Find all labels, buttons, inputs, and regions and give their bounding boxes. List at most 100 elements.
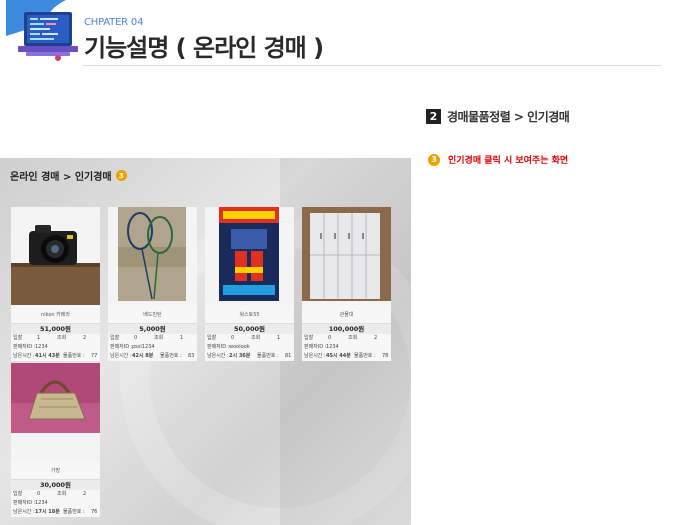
remaining-time: 2시 36분: [229, 353, 251, 359]
seller-id: pssl1234: [132, 344, 155, 350]
item-price: 30,000원: [11, 479, 100, 490]
item-time-row: 남은시간 : 42시 8분 물품번호 : 83: [108, 352, 197, 361]
bid-label: 입찰: [13, 335, 23, 341]
views-label: 조회: [154, 335, 164, 341]
badminton-image: [108, 207, 197, 305]
item-no-label: 물품번호 :: [160, 353, 182, 359]
section-title: 경매물품정렬 > 인기경매: [447, 110, 570, 124]
auction-item-card[interactable]: 배드민턴 5,000원 입찰 0 조회 1 판매자ID : pssl1234 남…: [108, 207, 197, 361]
bid-count: 0: [134, 335, 138, 341]
remaining-label: 남은시간 :: [110, 353, 132, 359]
seller-id: 1234: [326, 344, 339, 350]
locker-image: [302, 207, 391, 305]
item-time-row: 남은시간 : 2시 36분 물품번호 : 81: [205, 352, 294, 361]
views-label: 조회: [57, 491, 67, 497]
bid-count: 0: [231, 335, 235, 341]
breadcrumb-badge: 3: [115, 170, 127, 181]
item-stats-row: 입찰 1 조회 2: [11, 334, 100, 343]
laptop-code-icon: [6, 0, 78, 61]
remaining-label: 남은시간 :: [13, 509, 35, 515]
item-no-label: 물품번호 :: [63, 509, 85, 515]
auction-item-card[interactable]: 워스토55 50,000원 입찰 0 조회 1 판매자ID : woolook …: [205, 207, 294, 361]
seller-id: 1234: [35, 344, 48, 350]
seller-label: 판매자ID :: [13, 344, 36, 350]
section-label: 2 경매물품정렬 > 인기경매: [426, 108, 570, 125]
seller-label: 판매자ID :: [207, 344, 230, 350]
item-stats-row: 입찰 0 조회 1: [205, 334, 294, 343]
item-name[interactable]: 관물대: [302, 305, 391, 323]
auction-item-card[interactable]: nikon 카메라 51,000원 입찰 1 조회 2 판매자ID : 1234…: [11, 207, 100, 361]
bid-count: 1: [37, 335, 41, 341]
item-no-label: 물품번호 :: [354, 353, 376, 359]
item-no: 81: [285, 353, 292, 359]
remaining-label: 남은시간 :: [304, 353, 326, 359]
views-label: 조회: [348, 335, 358, 341]
views-count: 2: [374, 335, 378, 341]
remaining-time: 17시 18분: [35, 509, 60, 515]
chapter-label: CHPATER 04: [84, 17, 144, 28]
item-no: 77: [91, 353, 98, 359]
item-image-badminton[interactable]: [108, 207, 197, 305]
remaining-label: 남은시간 :: [207, 353, 229, 359]
toy-box-image: [205, 207, 294, 305]
item-no-label: 물품번호 :: [257, 353, 279, 359]
seller-id: 1234: [35, 500, 48, 506]
item-stats-row: 입찰 0 조회 2: [302, 334, 391, 343]
remaining-time: 41시 43분: [35, 353, 60, 359]
views-count: 2: [83, 335, 87, 341]
annotation-badge: 3: [428, 153, 440, 166]
remaining-time: 42시 8분: [132, 353, 154, 359]
item-name[interactable]: 배드민턴: [108, 305, 197, 323]
bid-label: 입찰: [13, 491, 23, 497]
seller-label: 판매자ID :: [304, 344, 327, 350]
item-price: 50,000원: [205, 323, 294, 334]
header-divider: [82, 65, 662, 66]
remaining-label: 남은시간 :: [13, 353, 35, 359]
page-title: 기능설명 ( 온라인 경매 ): [84, 34, 324, 62]
remaining-time: 45시 44분: [326, 353, 351, 359]
header: CHPATER 04 기능설명 ( 온라인 경매 ): [0, 0, 697, 68]
views-count: 1: [180, 335, 184, 341]
item-name[interactable]: 워스토55: [205, 305, 294, 323]
camera-image: [11, 207, 100, 305]
bid-label: 입찰: [207, 335, 217, 341]
item-seller-row: 판매자ID : 1234: [11, 343, 100, 352]
item-image-camera[interactable]: [11, 207, 100, 305]
item-name[interactable]: nikon 카메라: [11, 305, 100, 323]
item-image-locker[interactable]: [302, 207, 391, 305]
item-no-label: 물품번호 :: [63, 353, 85, 359]
item-image-bag[interactable]: [11, 363, 100, 461]
views-label: 조회: [251, 335, 261, 341]
item-stats-row: 입찰 0 조회 2: [11, 490, 100, 499]
auction-item-card[interactable]: 가방 30,000원 입찰 0 조회 2 판매자ID : 1234 남은시간 :…: [11, 363, 100, 517]
bid-count: 0: [328, 335, 332, 341]
item-stats-row: 입찰 0 조회 1: [108, 334, 197, 343]
item-seller-row: 판매자ID : woolook: [205, 343, 294, 352]
annotation-note: 3 인기경매 클릭 시 보여주는 화면: [428, 153, 568, 166]
item-time-row: 남은시간 : 17시 18분 물품번호 : 76: [11, 508, 100, 517]
auction-screenshot-panel: 온라인 경매 > 인기경매 3 nikon 카메라 51,000원 입찰 1 조…: [0, 158, 411, 525]
item-time-row: 남은시간 : 41시 43분 물품번호 : 77: [11, 352, 100, 361]
bag-image: [11, 363, 100, 461]
item-seller-row: 판매자ID : pssl1234: [108, 343, 197, 352]
item-image-toy[interactable]: [205, 207, 294, 305]
bid-label: 입찰: [110, 335, 120, 341]
views-count: 2: [83, 491, 87, 497]
views-count: 1: [277, 335, 281, 341]
bid-label: 입찰: [304, 335, 314, 341]
item-no: 78: [382, 353, 389, 359]
item-price: 100,000원: [302, 323, 391, 334]
views-label: 조회: [57, 335, 67, 341]
item-name[interactable]: 가방: [11, 461, 100, 479]
breadcrumb-text: 온라인 경매 > 인기경매: [10, 172, 112, 183]
item-seller-row: 판매자ID : 1234: [302, 343, 391, 352]
item-seller-row: 판매자ID : 1234: [11, 499, 100, 508]
item-price: 51,000원: [11, 323, 100, 334]
item-time-row: 남은시간 : 45시 44분 물품번호 : 78: [302, 352, 391, 361]
auction-item-card[interactable]: 관물대 100,000원 입찰 0 조회 2 판매자ID : 1234 남은시간…: [302, 207, 391, 361]
panel-breadcrumb: 온라인 경매 > 인기경매 3: [10, 168, 127, 183]
item-price: 5,000원: [108, 323, 197, 334]
seller-id: woolook: [229, 344, 250, 350]
annotation-text: 인기경매 클릭 시 보여주는 화면: [448, 156, 569, 166]
section-number: 2: [426, 109, 441, 124]
